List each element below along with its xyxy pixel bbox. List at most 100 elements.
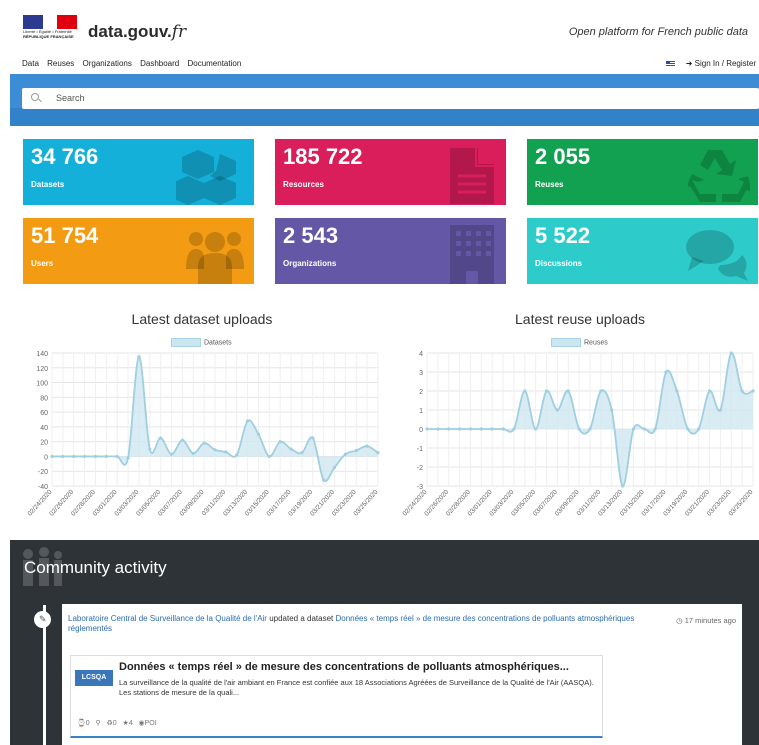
nav-organizations[interactable]: Organizations xyxy=(83,59,132,68)
data-point[interactable] xyxy=(425,427,429,431)
data-point[interactable] xyxy=(458,427,462,431)
activity-actor-link[interactable]: Laboratoire Central de Surveillance de l… xyxy=(68,614,267,623)
data-point[interactable] xyxy=(490,427,494,431)
data-point[interactable] xyxy=(256,432,261,436)
stat-tile-discussions[interactable]: 5 522 Discussions xyxy=(527,218,758,284)
data-point[interactable] xyxy=(235,453,239,457)
y-tick-label: 4 xyxy=(419,351,423,358)
data-point[interactable] xyxy=(115,454,119,459)
y-tick-label: -1 xyxy=(417,446,423,453)
data-point[interactable] xyxy=(50,454,54,459)
data-point[interactable] xyxy=(332,465,337,470)
nav-reuses[interactable]: Reuses xyxy=(47,59,74,68)
data-point[interactable] xyxy=(697,427,701,431)
site-brand[interactable]: data.gouv.fr xyxy=(88,22,186,42)
dataset-card-title[interactable]: Données « temps réel » de mesure des con… xyxy=(119,661,569,673)
dataset-card[interactable]: LCSQA Données « temps réel » de mesure d… xyxy=(70,655,603,738)
community-title: Community activity xyxy=(24,558,167,577)
data-point[interactable] xyxy=(137,355,141,359)
y-tick-label: 100 xyxy=(36,381,48,388)
data-point[interactable] xyxy=(126,456,130,460)
data-point[interactable] xyxy=(159,436,163,440)
data-point[interactable] xyxy=(300,451,304,455)
stat-tile-organizations[interactable]: 2 543 Organizations xyxy=(275,218,506,284)
nav-documentation[interactable]: Documentation xyxy=(187,59,241,68)
data-point[interactable] xyxy=(289,447,293,451)
data-point[interactable] xyxy=(729,351,733,355)
gov-caption: Liberté • Égalité • Fraternité RÉPUBLIQU… xyxy=(23,29,74,39)
data-point[interactable] xyxy=(169,452,174,456)
data-point[interactable] xyxy=(61,454,65,459)
data-point[interactable] xyxy=(191,451,195,456)
activity-verb: updated a dataset xyxy=(266,614,336,623)
data-point[interactable] xyxy=(148,447,152,451)
data-point[interactable] xyxy=(180,438,184,442)
stat-value: 2 055 xyxy=(535,144,591,169)
data-point[interactable] xyxy=(267,454,271,459)
data-point[interactable] xyxy=(83,454,87,459)
data-point[interactable] xyxy=(653,427,657,431)
nav-dashboard[interactable]: Dashboard xyxy=(140,59,179,68)
data-point[interactable] xyxy=(365,444,369,448)
cubes-icon xyxy=(176,150,236,205)
data-point[interactable] xyxy=(523,389,527,393)
data-point[interactable] xyxy=(376,451,380,455)
search-input[interactable] xyxy=(56,91,656,105)
data-point[interactable] xyxy=(751,389,755,393)
language-flag-icon[interactable] xyxy=(666,60,676,67)
data-point[interactable] xyxy=(718,408,722,412)
data-point[interactable] xyxy=(224,450,228,454)
data-point[interactable] xyxy=(707,389,712,393)
data-point[interactable] xyxy=(621,484,625,488)
nav-data[interactable]: Data xyxy=(22,59,39,68)
location-icon: ⚲ xyxy=(95,720,101,727)
gov-logo[interactable]: Liberté • Égalité • Fraternité RÉPUBLIQU… xyxy=(23,15,77,39)
data-point[interactable] xyxy=(93,454,98,459)
data-point[interactable] xyxy=(610,408,614,412)
stat-label: Users xyxy=(31,259,54,268)
y-tick-label: 60 xyxy=(40,410,48,417)
data-point[interactable] xyxy=(278,440,282,444)
data-point[interactable] xyxy=(354,448,358,453)
data-point[interactable] xyxy=(72,454,76,459)
search-bar[interactable] xyxy=(22,88,759,109)
data-point[interactable] xyxy=(588,427,592,431)
data-point[interactable] xyxy=(104,454,108,459)
data-point[interactable] xyxy=(566,389,570,393)
y-tick-label: 3 xyxy=(419,370,423,377)
data-point[interactable] xyxy=(599,389,603,393)
data-point[interactable] xyxy=(202,441,206,445)
data-point[interactable] xyxy=(468,427,473,431)
data-point[interactable] xyxy=(555,408,559,412)
data-point[interactable] xyxy=(436,427,440,431)
data-point[interactable] xyxy=(311,436,315,440)
stat-tile-users[interactable]: 51 754 Users xyxy=(23,218,254,284)
dataset-card-description: La surveillance de la qualité de l'air a… xyxy=(119,678,594,697)
data-point[interactable] xyxy=(740,389,744,393)
data-point[interactable] xyxy=(343,452,347,456)
clock-icon: ◷ xyxy=(676,616,683,625)
stat-label: Resources xyxy=(283,180,324,189)
y-tick-label: -20 xyxy=(38,469,48,476)
data-point[interactable] xyxy=(501,427,505,431)
data-point[interactable] xyxy=(664,370,668,374)
data-point[interactable] xyxy=(631,427,636,431)
signin-link[interactable]: Sign In / Register xyxy=(695,59,756,68)
stat-tile-reuses[interactable]: 2 055 Reuses xyxy=(527,139,758,205)
data-point[interactable] xyxy=(544,389,549,393)
data-point[interactable] xyxy=(213,448,217,452)
data-point[interactable] xyxy=(534,427,538,431)
data-point[interactable] xyxy=(322,478,326,482)
stat-tile-resources[interactable]: 185 722 Resources xyxy=(275,139,506,205)
data-point[interactable] xyxy=(577,427,581,431)
data-point[interactable] xyxy=(642,427,646,431)
y-tick-label: 80 xyxy=(40,395,48,402)
data-point[interactable] xyxy=(479,427,483,431)
data-point[interactable] xyxy=(246,419,250,423)
data-point[interactable] xyxy=(447,427,451,431)
stat-tile-datasets[interactable]: 34 766 Datasets xyxy=(23,139,254,205)
data-point[interactable] xyxy=(512,427,516,431)
data-point[interactable] xyxy=(686,427,690,431)
data-point[interactable] xyxy=(675,389,679,393)
stat-label: Datasets xyxy=(31,180,65,189)
